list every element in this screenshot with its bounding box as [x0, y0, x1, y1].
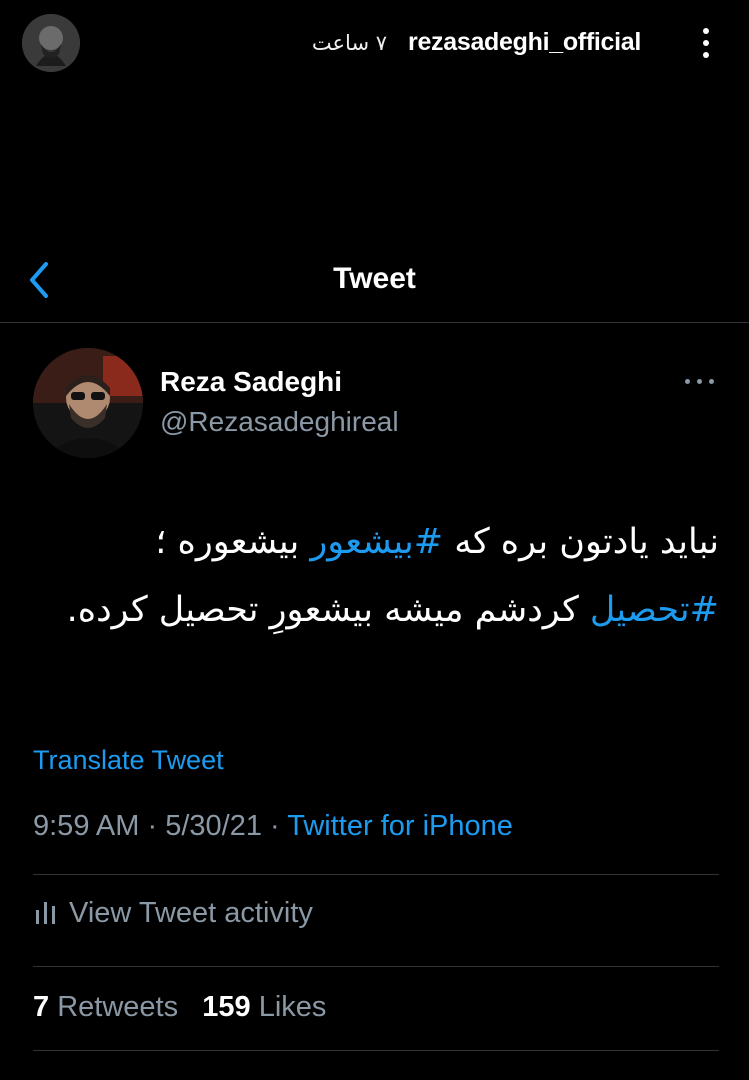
meta-separator: · [270, 810, 280, 842]
story-time: ۷ ساعت [311, 31, 387, 55]
story-avatar[interactable] [22, 14, 80, 72]
activity-label: View Tweet activity [69, 897, 313, 929]
author-avatar[interactable] [33, 348, 143, 458]
author-handle[interactable]: @Rezasadeghireal [160, 406, 399, 438]
retweets-label: Retweets [57, 991, 179, 1023]
nav-divider [0, 322, 749, 323]
author-photo-icon [33, 348, 143, 458]
profile-photo-icon [22, 14, 80, 72]
retweets-stat[interactable]: 7 Retweets [33, 991, 178, 1023]
tweet-date: 5/30/21 [165, 810, 262, 842]
story-header: rezasadeghi_official ۷ ساعت [0, 0, 749, 90]
page-title: Tweet [333, 262, 416, 295]
vertical-ellipsis-icon[interactable] [696, 26, 716, 60]
translate-tweet-link[interactable]: Translate Tweet [33, 745, 224, 776]
tweet-time: 9:59 AM [33, 810, 140, 842]
meta-separator: · [147, 810, 158, 842]
horizontal-ellipsis-icon[interactable] [683, 371, 717, 391]
story-username[interactable]: rezasadeghi_official [408, 28, 641, 57]
tweet-text-part: کردشم میشه بیشعورِ تحصیل کرده. [66, 590, 590, 630]
hashtag-link[interactable]: #بیشعور [310, 522, 443, 562]
tweet-text-part: نباید یادتون بره که [443, 522, 719, 562]
divider [33, 874, 719, 875]
likes-count: 159 [202, 991, 251, 1023]
divider [33, 966, 719, 967]
tweet-text: نباید یادتون بره که #بیشعور بیشعوره ؛ #ت… [29, 508, 719, 644]
tweet-stats: 7 Retweets 159 Likes [33, 991, 326, 1024]
tweet-meta: 9:59 AM · 5/30/21 · Twitter for iPhone [33, 810, 513, 843]
retweets-count: 7 [33, 991, 50, 1023]
likes-label: Likes [258, 991, 327, 1023]
likes-stat[interactable]: 159 Likes [202, 991, 326, 1023]
author-name[interactable]: Reza Sadeghi [160, 366, 342, 398]
hashtag-link[interactable]: #تحصیل [590, 590, 719, 630]
tweet-text-part: بیشعوره ؛ [155, 522, 311, 562]
view-tweet-activity-button[interactable]: View Tweet activity [33, 896, 313, 936]
bar-chart-icon [33, 896, 59, 926]
divider [33, 1050, 719, 1051]
tweet-source-link[interactable]: Twitter for iPhone [287, 810, 513, 842]
